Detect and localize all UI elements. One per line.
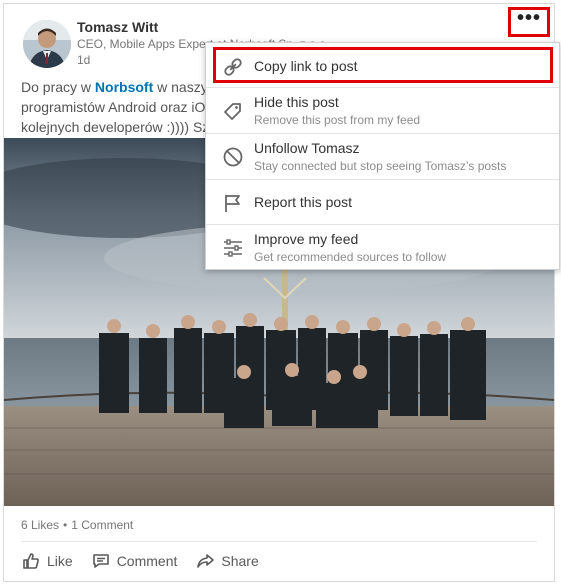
- social-counts: 6 Likes • 1 Comment: [21, 518, 133, 532]
- comment-icon: [92, 554, 109, 568]
- menu-item-subtitle: Get recommended sources to follow: [254, 250, 447, 264]
- menu-item-title: Unfollow Tomasz: [254, 140, 360, 156]
- separator-dot: •: [63, 518, 68, 532]
- comment-button[interactable]: Comment: [91, 551, 178, 571]
- author-avatar[interactable]: [23, 20, 71, 68]
- flag-icon: [225, 195, 240, 212]
- like-button[interactable]: Like: [21, 551, 73, 571]
- divider: [21, 541, 537, 542]
- menu-item-unfollow[interactable]: Unfollow Tomasz Stay connected but stop …: [206, 134, 559, 179]
- post-text-segment: Do pracy w: [21, 79, 95, 95]
- share-button[interactable]: Share: [195, 551, 259, 571]
- sliders-icon: [224, 239, 242, 257]
- menu-item-copy-link[interactable]: Copy link to post: [206, 51, 559, 83]
- tag-icon: [224, 103, 241, 120]
- thumbs-up-icon: [23, 553, 39, 569]
- post-options-menu: Copy link to post Hide this post Remove …: [205, 42, 560, 270]
- menu-item-subtitle: Remove this post from my feed: [254, 113, 421, 127]
- likes-count[interactable]: 6 Likes: [21, 518, 59, 532]
- like-label: Like: [47, 553, 73, 569]
- menu-item-report[interactable]: Report this post: [206, 180, 559, 224]
- post-actions: Like Comment Share: [21, 549, 277, 573]
- link-icon: [224, 58, 242, 76]
- comments-count[interactable]: 1 Comment: [71, 518, 133, 532]
- author-name[interactable]: Tomasz Witt: [77, 19, 158, 35]
- block-icon: [223, 147, 243, 167]
- menu-item-title: Improve my feed: [254, 231, 359, 247]
- post-timestamp: 1d: [77, 53, 91, 67]
- menu-item-title: Report this post: [254, 194, 353, 210]
- menu-item-improve-feed[interactable]: Improve my feed Get recommended sources …: [206, 225, 559, 269]
- menu-item-title: Copy link to post: [254, 58, 358, 74]
- share-label: Share: [221, 553, 259, 569]
- ellipsis-icon: •••: [516, 7, 541, 29]
- menu-item-title: Hide this post: [254, 94, 339, 110]
- menu-item-subtitle: Stay connected but stop seeing Tomasz’s …: [254, 159, 507, 173]
- share-icon: [197, 554, 215, 568]
- comment-label: Comment: [116, 553, 178, 569]
- menu-item-hide-post[interactable]: Hide this post Remove this post from my …: [206, 88, 559, 133]
- company-mention-link[interactable]: Norbsoft: [95, 79, 153, 95]
- more-options-button[interactable]: •••: [508, 7, 550, 37]
